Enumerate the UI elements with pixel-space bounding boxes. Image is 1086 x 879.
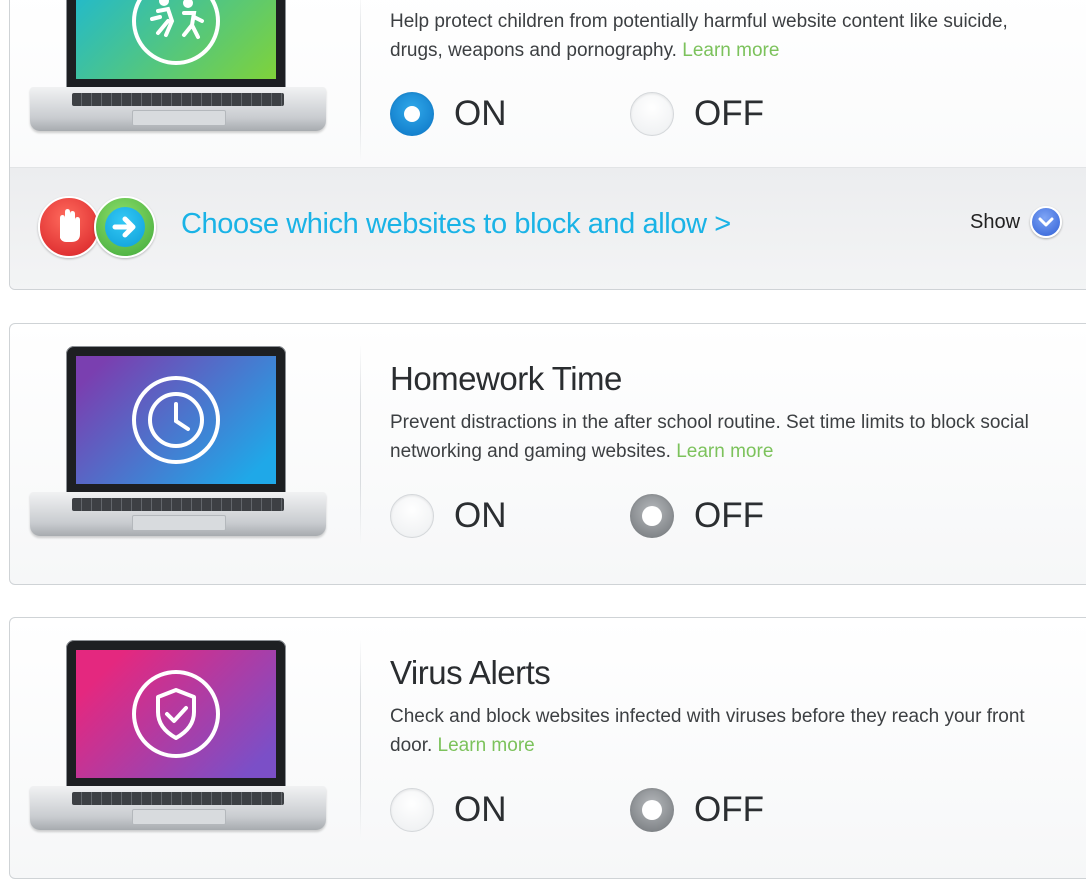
off-radio[interactable]	[630, 494, 674, 538]
feature-toggle: ON OFF	[390, 784, 1030, 836]
learn-more-link[interactable]: Learn more	[676, 441, 773, 462]
feature-description: Check and block websites infected with v…	[390, 702, 1030, 760]
off-option[interactable]: OFF	[630, 784, 764, 836]
laptop-base	[30, 786, 326, 830]
laptop-trackpad	[132, 809, 226, 825]
laptop-trackpad	[132, 515, 226, 531]
card-divider	[360, 638, 361, 838]
on-radio[interactable]	[390, 494, 434, 538]
laptop-trackpad	[132, 110, 226, 126]
show-toggle[interactable]: Show	[970, 206, 1063, 238]
laptop-screen-bezel	[66, 640, 286, 788]
feature-toggle: ON OFF	[390, 490, 1030, 542]
laptop-screen	[76, 0, 276, 79]
laptop-illustration	[30, 346, 326, 546]
laptop-screen	[76, 356, 276, 484]
feature-description: Prevent distractions in the after school…	[390, 408, 1030, 466]
arrow-right-icon	[94, 196, 156, 258]
laptop-keyboard	[72, 792, 284, 805]
feature-description: Help protect children from potentially h…	[390, 7, 1030, 65]
off-radio[interactable]	[630, 788, 674, 832]
choose-websites-link[interactable]: Choose which websites to block and allow…	[181, 208, 731, 241]
on-option[interactable]: ON	[390, 490, 507, 542]
card-divider	[360, 0, 361, 161]
laptop-base	[30, 87, 326, 131]
off-label: OFF	[694, 790, 764, 829]
off-label: OFF	[694, 496, 764, 535]
learn-more-link[interactable]: Learn more	[682, 40, 779, 61]
off-option[interactable]: OFF	[630, 88, 764, 140]
feature-toggle: ON OFF	[390, 88, 1030, 140]
chevron-down-icon[interactable]	[1030, 206, 1063, 238]
laptop-keyboard	[72, 498, 284, 511]
learn-more-link[interactable]: Learn more	[438, 735, 535, 756]
shield-check-icon	[132, 670, 220, 758]
on-label: ON	[454, 94, 507, 133]
laptop-illustration	[30, 0, 326, 141]
homework-time-card: Homework Time Prevent distractions in th…	[9, 323, 1086, 585]
laptop-illustration	[30, 640, 326, 840]
block-allow-bar: Choose which websites to block and allow…	[10, 167, 1086, 289]
clock-icon	[132, 376, 220, 464]
on-label: ON	[454, 790, 507, 829]
off-label: OFF	[694, 94, 764, 133]
laptop-base	[30, 492, 326, 536]
virus-alerts-card: Virus Alerts Check and block websites in…	[9, 617, 1086, 879]
on-option[interactable]: ON	[390, 784, 507, 836]
on-radio[interactable]	[390, 92, 434, 136]
laptop-screen	[76, 650, 276, 778]
running-children-icon	[132, 0, 220, 66]
feature-title: Virus Alerts	[390, 654, 551, 691]
off-radio[interactable]	[630, 92, 674, 136]
feature-title: Homework Time	[390, 360, 622, 397]
on-label: ON	[454, 496, 507, 535]
card-divider	[360, 344, 361, 544]
show-label: Show	[970, 210, 1021, 233]
laptop-screen-bezel	[66, 0, 286, 89]
web-filter-card: Help protect children from potentially h…	[9, 0, 1086, 290]
laptop-keyboard	[72, 93, 284, 106]
on-option[interactable]: ON	[390, 88, 507, 140]
on-radio[interactable]	[390, 788, 434, 832]
laptop-screen-bezel	[66, 346, 286, 494]
off-option[interactable]: OFF	[630, 490, 764, 542]
stop-hand-icon	[38, 196, 100, 258]
